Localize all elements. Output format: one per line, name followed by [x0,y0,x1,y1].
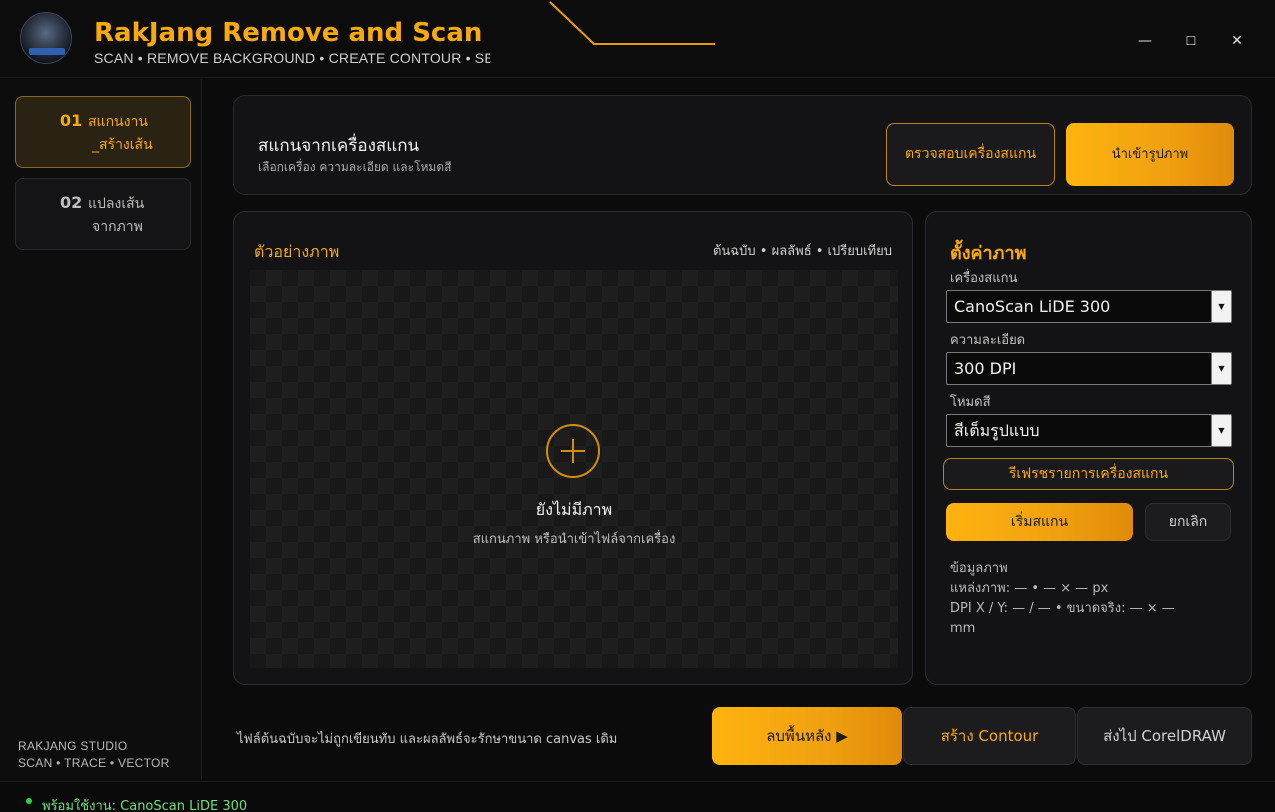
chevron-down-icon: ▼ [1211,291,1231,322]
app-logo-icon [20,12,72,64]
image-info-unit: mm [950,621,976,636]
scanner-select-value: CanoScan LiDE 300 [954,297,1111,316]
footer-note: ไฟล์ต้นฉบับจะไม่ถูกเขียนทับ และผลลัพธ์จะ… [237,732,618,747]
sidebar-item-label-line: _สร้างเส้น [92,137,153,153]
studio-credit: RAKJANG STUDIO SCAN • TRACE • VECTOR [18,738,170,772]
remove-background-button[interactable]: ลบพื้นหลัง ▶ [712,707,902,765]
color-mode-select[interactable]: สีเต็มรูปแบบ ▼ [946,414,1232,447]
status-text: พร้อมใช้งาน: CanoScan LiDE 300 [42,799,248,812]
decorative-line [549,1,715,45]
maximize-button[interactable]: ☐ [1176,26,1206,56]
sidebar-item-label: แปลงเส้นจากภาพ [88,193,184,239]
app-title: RakJang Remove and Scan [94,18,483,48]
color-mode-label: โหมดสี [950,395,991,410]
close-button[interactable]: ✕ [1222,26,1252,56]
sidebar-item-label-text: สแกนงาน _สร้างเส้น [88,111,184,157]
scan-subtitle: เลือกเครื่อง ความละเอียด และโหมดสี [258,160,452,174]
create-contour-prefix: สร้าง [940,727,979,745]
status-bar: พร้อมใช้งาน: CanoScan LiDE 300 [0,781,1275,812]
empty-state-title: ยังไม่มีภาพ [535,500,613,519]
settings-panel: ตั้งค่าภาพ เครื่องสแกน CanoScan LiDE 300… [925,211,1252,685]
empty-state-subtitle: สแกนภาพ หรือนำเข้าไฟล์จากเครื่อง [472,532,676,547]
sidebar-item-trace[interactable]: 02 แปลงเส้นจากภาพ [15,178,191,250]
preview-title: ตัวอย่างภาพ [254,242,340,261]
sidebar-item-number: 01 [60,111,83,130]
scanner-label: เครื่องสแกน [950,271,1018,286]
settings-title: ตั้งค่าภาพ [950,243,1027,264]
image-info-dpi: DPI X / Y: — / — • ขนาดจริง: — × — [950,601,1175,616]
title-bar: RakJang Remove and Scan SCAN • REMOVE BA… [0,0,1275,78]
scan-title: สแกนจากเครื่องสแกน [258,136,420,156]
create-contour-button[interactable]: สร้าง Contour [903,707,1076,765]
app-subtitle: SCAN • REMOVE BACKGROUND • CREATE CONTOU… [94,50,490,66]
preview-canvas[interactable]: ยังไม่มีภาพ สแกนภาพ หรือนำเข้าไฟล์จากเคร… [250,270,898,668]
refresh-scanners-button[interactable]: รีเฟรชรายการเครื่องสแกน [943,458,1234,490]
status-indicator-icon [26,798,32,804]
sidebar-item-number: 02 [60,193,83,212]
scanner-select[interactable]: CanoScan LiDE 300 ▼ [946,290,1232,323]
create-contour-word: Contour [978,727,1039,745]
image-info-title: ข้อมูลภาพ [950,561,1008,576]
sidebar-item-label-text: แปลงเส้นจากภาพ [88,193,184,239]
add-image-icon[interactable] [546,424,600,478]
image-info: ข้อมูลภาพ แหล่งภาพ: — • — × — px DPI X /… [950,559,1175,639]
resolution-label: ความละเอียด [950,333,1026,348]
sidebar: 01 สแกนงาน _สร้างเส้น 02 แปลงเส้นจากภาพ R… [0,79,202,780]
minimize-button[interactable]: — [1130,26,1160,56]
image-info-source: แหล่งภาพ: — • — × — px [950,581,1109,596]
preview-mode-tabs[interactable]: ต้นฉบับ • ผลลัพธ์ • เปรียบเทียบ [713,240,892,261]
resolution-select[interactable]: 300 DPI ▼ [946,352,1232,385]
scan-header-panel: สแกนจากเครื่องสแกน เลือกเครื่อง ความละเอ… [233,95,1252,195]
chevron-down-icon: ▼ [1211,415,1231,446]
cancel-button[interactable]: ยกเลิก [1145,503,1231,541]
resolution-select-value: 300 DPI [954,359,1017,378]
sidebar-item-label-line: สแกนงาน [88,114,148,130]
sidebar-item-scan[interactable]: 01 สแกนงาน _สร้างเส้น [15,96,191,168]
start-scan-button[interactable]: เริ่มสแกน [946,503,1133,541]
preview-panel: ตัวอย่างภาพ ต้นฉบับ • ผลลัพธ์ • เปรียบเท… [233,211,913,685]
import-image-button[interactable]: นำเข้ารูปภาพ [1066,123,1234,186]
sidebar-item-label-line: แปลงเส้น [88,196,145,212]
color-mode-select-value: สีเต็มรูปแบบ [954,421,1040,440]
studio-tagline: SCAN • TRACE • VECTOR [18,756,170,770]
send-to-coreldraw-button[interactable]: ส่งไป CorelDRAW [1077,707,1252,765]
studio-name: RAKJANG STUDIO [18,739,128,753]
chevron-down-icon: ▼ [1211,353,1231,384]
sidebar-item-label-line: จากภาพ [92,219,143,235]
sidebar-item-label: สแกนงาน _สร้างเส้น [88,111,184,157]
check-scanner-button[interactable]: ตรวจสอบเครื่องสแกน [886,123,1055,186]
